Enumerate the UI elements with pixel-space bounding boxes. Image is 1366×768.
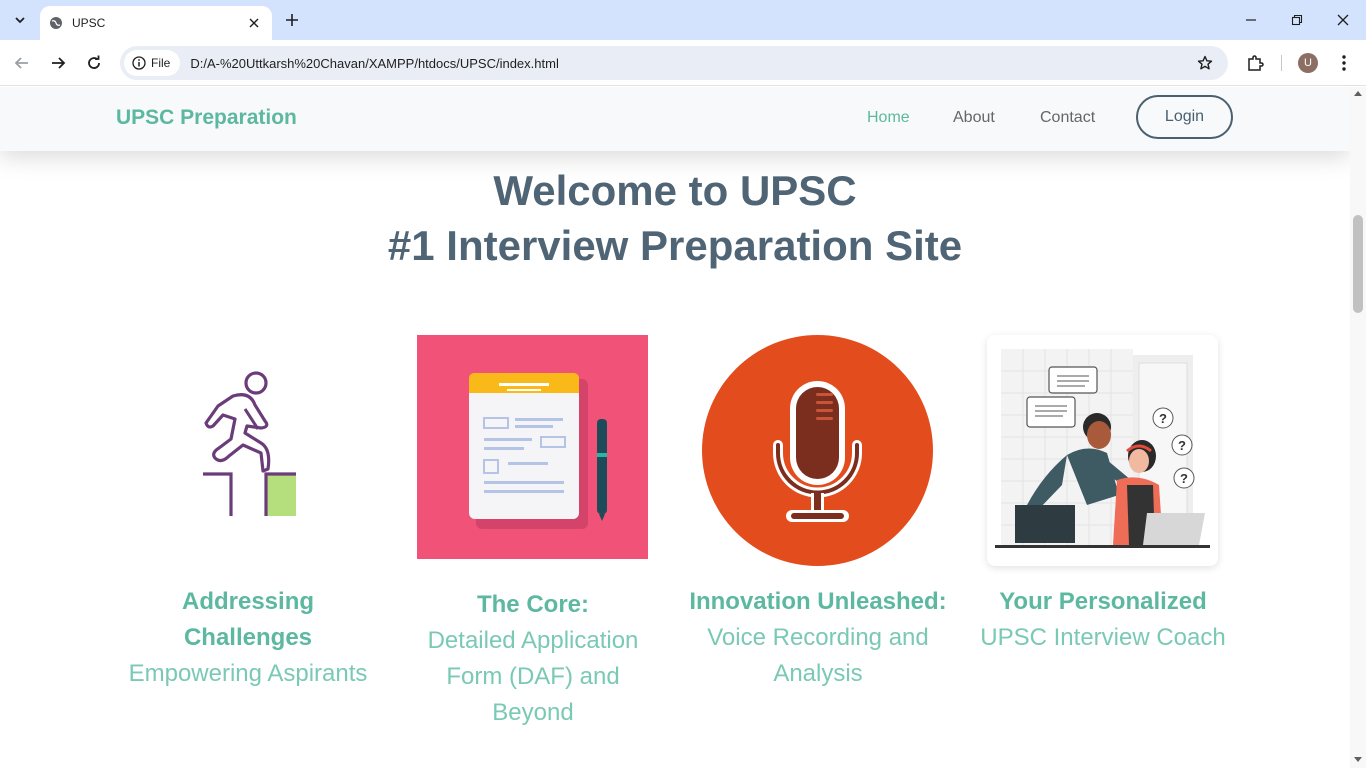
scroll-down-arrow-icon[interactable] [1354, 757, 1362, 762]
close-tab-icon[interactable] [244, 13, 264, 33]
extensions-button[interactable] [1243, 51, 1267, 75]
nav-home-link[interactable]: Home [867, 109, 910, 127]
restore-button[interactable] [1285, 8, 1309, 32]
kebab-menu-icon [1342, 55, 1346, 71]
tab-search-button[interactable] [8, 8, 32, 32]
globe-icon [48, 15, 64, 31]
card-text-1: Addressing Challenges Empowering Aspiran… [118, 584, 378, 692]
tab-title: UPSC [72, 16, 106, 30]
star-icon [1197, 55, 1213, 70]
card-body: Voice Recording and Analysis [707, 624, 929, 687]
arrow-right-icon [52, 57, 66, 69]
runner-climbing-steps-icon [132, 335, 363, 566]
forward-button[interactable] [46, 51, 70, 75]
hero-line-2: #1 Interview Preparation Site [387, 222, 963, 269]
login-button[interactable]: Login [1136, 95, 1233, 139]
nav-about-link[interactable]: About [953, 109, 995, 127]
card-text-2: The Core: Detailed Application Form (DAF… [403, 587, 663, 731]
hero-line-1: Welcome to UPSC [493, 167, 857, 214]
restore-icon [1291, 14, 1303, 26]
card-heading: Your Personalized [999, 588, 1207, 615]
svg-text:?: ? [1159, 411, 1167, 426]
nav-contact-link[interactable]: Contact [1040, 109, 1095, 127]
puzzle-piece-icon [1248, 55, 1264, 71]
file-chip-label: File [151, 56, 171, 70]
site-info-chip[interactable]: File [124, 50, 181, 76]
browser-menu-button[interactable] [1332, 51, 1356, 75]
coach-illustration: ? ? ? [987, 335, 1218, 566]
card-heading: The Core: [476, 591, 589, 618]
feature-card-innovation: Innovation Unleashed: Voice Recording an… [689, 335, 947, 687]
info-icon [132, 56, 146, 70]
profile-avatar[interactable]: U [1298, 53, 1318, 73]
minimize-icon [1246, 19, 1256, 21]
scroll-thumb[interactable] [1353, 215, 1363, 313]
address-bar[interactable]: File D:/A-%20Uttkarsh%20Chavan/XAMPP/htd… [120, 46, 1228, 80]
card-heading: Addressing Challenges [181, 588, 315, 651]
page-viewport: UPSC Preparation Home About Contact Logi… [0, 87, 1350, 768]
site-brand[interactable]: UPSC Preparation [116, 106, 297, 130]
chevron-down-icon [15, 17, 25, 24]
feature-card-core: The Core: Detailed Application Form (DAF… [417, 335, 649, 726]
svg-text:?: ? [1178, 438, 1186, 453]
minimize-button[interactable] [1239, 8, 1263, 32]
browser-tab[interactable]: UPSC [40, 6, 272, 40]
hero-heading: Welcome to UPSC #1 Interview Preparation… [0, 163, 1350, 273]
plus-icon [286, 14, 298, 26]
browser-tab-bar: UPSC [0, 0, 1366, 40]
card-body: UPSC Interview Coach [980, 624, 1226, 651]
bookmark-star-button[interactable] [1194, 52, 1216, 74]
reload-button[interactable] [82, 51, 106, 75]
svg-text:?: ? [1180, 471, 1188, 486]
card-text-3: Innovation Unleashed: Voice Recording an… [688, 584, 948, 692]
feature-card-coach: ? ? ? Your Personalized UPSC Interview C… [980, 335, 1226, 651]
close-window-button[interactable] [1331, 8, 1355, 32]
url-text[interactable]: D:/A-%20Uttkarsh%20Chavan/XAMPP/htdocs/U… [190, 56, 559, 71]
site-navbar: UPSC Preparation Home About Contact Logi… [0, 87, 1350, 151]
card-heading: Innovation Unleashed: [689, 588, 947, 615]
card-body: Detailed Application Form (DAF) and Beyo… [427, 627, 639, 726]
arrow-left-icon [14, 57, 28, 69]
card-body: Empowering Aspirants [128, 660, 368, 687]
microphone-icon [702, 335, 933, 566]
scroll-up-arrow-icon[interactable] [1354, 91, 1362, 96]
feature-card-challenges: Addressing Challenges Empowering Aspiran… [129, 335, 367, 687]
back-button[interactable] [10, 51, 34, 75]
toolbar-separator [1281, 55, 1282, 71]
close-icon [1337, 14, 1349, 26]
reload-icon [88, 55, 100, 69]
browser-toolbar: File D:/A-%20Uttkarsh%20Chavan/XAMPP/htd… [0, 40, 1366, 86]
clipboard-form-icon [417, 335, 648, 559]
card-text-4: Your Personalized UPSC Interview Coach [973, 584, 1233, 656]
page-scrollbar[interactable] [1350, 87, 1366, 768]
new-tab-button[interactable] [282, 10, 302, 30]
